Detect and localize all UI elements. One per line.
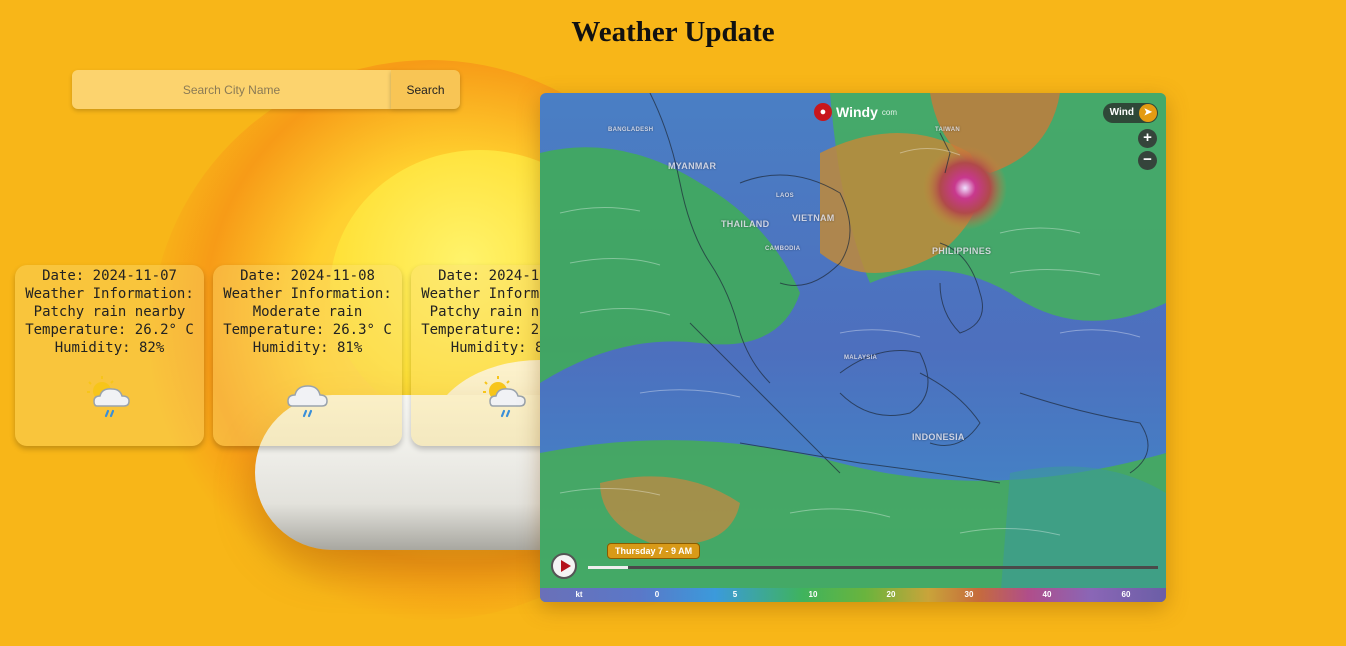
humidity: Humidity: 81%	[252, 340, 363, 356]
windy-logo-icon: ●	[814, 103, 832, 121]
map-label-taiwan: TAIWAN	[935, 127, 961, 133]
search-input[interactable]	[72, 70, 391, 109]
forecast-date: Date: 2024-11-07	[42, 268, 177, 284]
map-label-laos: LAOS	[776, 193, 794, 199]
layer-label: Wind	[1109, 107, 1134, 118]
scale-tick: 0	[654, 590, 660, 599]
scale-tick: 20	[886, 590, 896, 599]
windy-brand: Windy	[836, 104, 878, 120]
forecast-date: Date: 2024-11-08	[240, 268, 375, 284]
page-title: Weather Update	[571, 16, 775, 48]
scale-tick: 5	[732, 590, 738, 599]
map-label-bangladesh: BANGLADESH	[608, 127, 654, 133]
scale-tick: 60	[1121, 590, 1131, 599]
scale-unit: kt	[575, 590, 583, 599]
zoom-in-button[interactable]: +	[1138, 129, 1157, 148]
scale-tick: 10	[808, 590, 818, 599]
forecast-card: Date: 2024-11-07 Weather Information: Pa…	[15, 265, 204, 446]
wind-icon: ➤	[1139, 104, 1157, 122]
layer-selector[interactable]: Wind ➤	[1102, 103, 1158, 123]
wind-map-canvas[interactable]	[540, 93, 1166, 602]
map-label-vietnam: VIETNAM	[792, 213, 835, 223]
patchy-rain-icon	[482, 376, 526, 418]
map-label-cambodia: CAMBODIA	[765, 246, 801, 252]
temperature: Temperature: 26.3° C	[223, 322, 392, 338]
search-bar: Search	[72, 70, 460, 109]
scale-tick: 30	[964, 590, 974, 599]
timeline-bar[interactable]	[588, 566, 1158, 569]
weather-condition: Moderate rain	[252, 304, 363, 320]
timeline-time-label: Thursday 7 - 9 AM	[607, 543, 701, 559]
patchy-rain-icon	[86, 376, 130, 418]
search-button[interactable]: Search	[391, 70, 460, 109]
map-label-indonesia: INDONESIA	[912, 432, 965, 442]
forecast-card: Date: 2024-11-08 Weather Information: Mo…	[213, 265, 402, 446]
play-button[interactable]	[551, 553, 577, 579]
map-label-myanmar: MYANMAR	[668, 161, 717, 171]
zoom-out-button[interactable]: −	[1138, 151, 1157, 170]
windy-logo[interactable]: ● Windy com	[814, 103, 897, 121]
timeline-progress	[588, 566, 628, 569]
map-label-philippines: PHILIPPINES	[932, 246, 992, 256]
weather-info-label: Weather Information:	[223, 286, 392, 302]
temperature: Temperature: 26.2° C	[25, 322, 194, 338]
map-label-thailand: THAILAND	[721, 219, 770, 229]
windy-brand-suffix: com	[881, 107, 897, 117]
scale-tick: 40	[1042, 590, 1052, 599]
map-label-malaysia: MALAYSIA	[844, 355, 878, 361]
wind-speed-scale: kt 0 5 10 20 30 40 60	[540, 588, 1166, 602]
humidity: Humidity: 82%	[54, 340, 165, 356]
moderate-rain-icon	[286, 385, 328, 418]
weather-condition: Patchy rain nearby	[33, 304, 186, 320]
weather-info-label: Weather Information:	[25, 286, 194, 302]
wind-map[interactable]: BANGLADESH MYANMAR LAOS THAILAND VIETNAM…	[540, 93, 1166, 602]
